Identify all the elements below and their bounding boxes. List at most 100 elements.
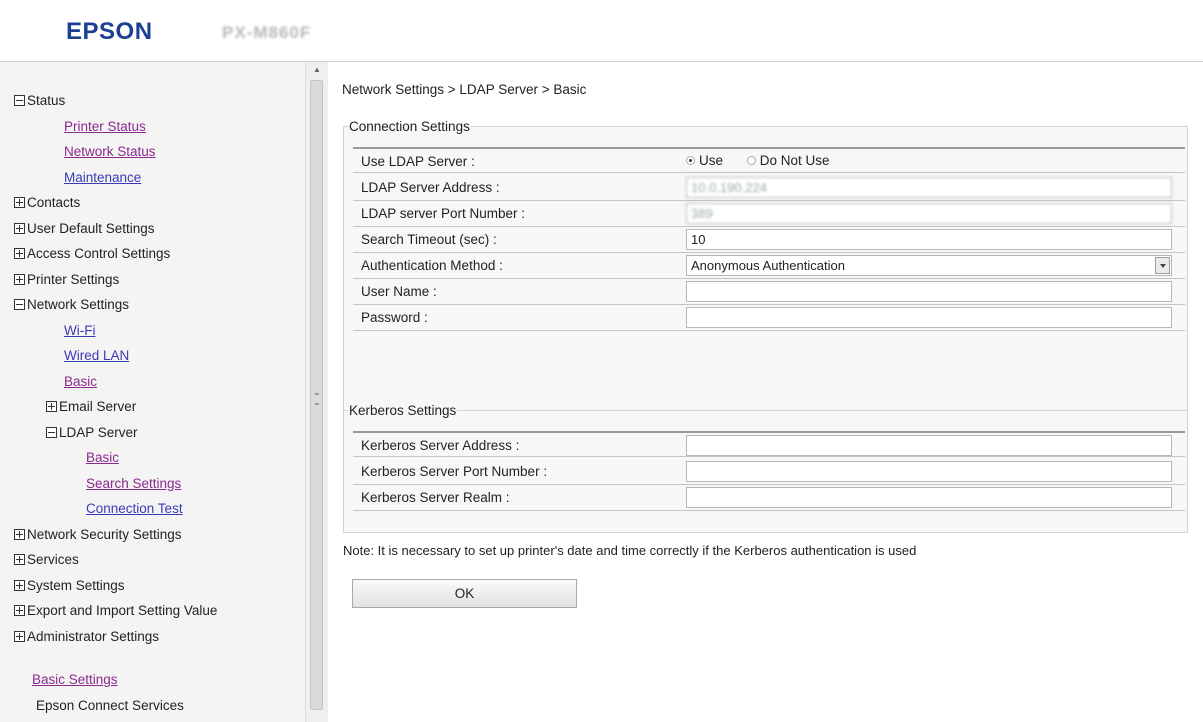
nav-ldap-basic-link[interactable]: Basic <box>86 450 119 465</box>
nav-system-settings[interactable]: System Settings <box>14 575 217 601</box>
use-ldap-row: Use LDAP Server : Use Do Not Use <box>353 147 1185 173</box>
nav-administrator-settings[interactable]: Administrator Settings <box>14 626 217 652</box>
ldap-address-label: LDAP Server Address : <box>361 180 500 195</box>
nav-ldap-server-label: LDAP Server <box>59 424 138 440</box>
nav-status-label: Status <box>27 93 66 108</box>
collapse-icon[interactable] <box>46 426 57 438</box>
expand-icon[interactable] <box>14 528 25 540</box>
username-label: User Name : <box>361 284 437 299</box>
use-radio-label: Use <box>699 153 724 168</box>
nav-search-settings-link[interactable]: Search Settings <box>86 476 181 491</box>
nav-connection-test[interactable]: Connection Test <box>14 498 217 524</box>
radio-unselected-icon[interactable] <box>746 156 756 165</box>
auth-method-value: Anonymous Authentication <box>691 258 845 273</box>
expand-icon[interactable] <box>14 605 25 616</box>
nav-services-label: Services <box>27 552 79 567</box>
nav-printer-settings-label: Printer Settings <box>27 271 120 287</box>
ldap-port-input[interactable] <box>686 203 1172 224</box>
expand-icon[interactable] <box>14 197 25 208</box>
collapse-icon[interactable] <box>14 299 25 310</box>
ldap-address-input[interactable] <box>686 177 1172 198</box>
nav-status[interactable]: Status <box>14 90 217 116</box>
nav-network-status[interactable]: Network Status <box>14 141 217 167</box>
nav-system-settings-label: System Settings <box>27 577 125 593</box>
scroll-thumb[interactable] <box>310 80 323 710</box>
do-not-use-radio[interactable]: Do Not Use <box>746 153 830 168</box>
nav-access-control-settings[interactable]: Access Control Settings <box>14 243 217 269</box>
kerberos-realm-input[interactable] <box>686 487 1172 508</box>
nav-printer-settings[interactable]: Printer Settings <box>14 269 217 295</box>
kerberos-address-label: Kerberos Server Address : <box>361 438 520 453</box>
kerberos-realm-label: Kerberos Server Realm : <box>361 490 510 505</box>
nav-epson-connect[interactable]: Epson Connect Services <box>14 695 217 721</box>
nav-basic-settings[interactable]: Basic Settings <box>14 669 217 695</box>
search-timeout-input[interactable] <box>686 229 1172 250</box>
scroll-up-icon[interactable]: ▲ <box>306 62 328 78</box>
nav-contacts[interactable]: Contacts <box>14 192 217 218</box>
nav-wifi-link[interactable]: Wi-Fi <box>64 323 95 338</box>
kerberos-port-label: Kerberos Server Port Number : <box>361 464 548 479</box>
sidebar-scrollbar[interactable]: ▲ <box>305 62 328 722</box>
nav-user-default-settings[interactable]: User Default Settings <box>14 218 217 244</box>
nav-basic[interactable]: Basic <box>14 371 217 397</box>
use-radio[interactable]: Use <box>686 153 723 168</box>
connection-settings-legend: Connection Settings <box>349 119 470 134</box>
expand-icon[interactable] <box>14 222 25 234</box>
expand-icon[interactable] <box>14 273 25 285</box>
password-label: Password : <box>361 310 428 325</box>
ldap-port-row: LDAP server Port Number : <box>353 201 1185 227</box>
username-row: User Name : <box>353 279 1185 305</box>
auth-method-label: Authentication Method : <box>361 258 503 273</box>
expand-icon[interactable] <box>14 630 25 642</box>
kerberos-address-input[interactable] <box>686 435 1172 456</box>
nav-wifi[interactable]: Wi-Fi <box>14 320 217 346</box>
radio-selected-icon[interactable] <box>686 156 695 165</box>
password-input[interactable] <box>686 307 1172 328</box>
nav-export-import-label: Export and Import Setting Value <box>27 603 218 618</box>
ldap-address-row: LDAP Server Address : <box>353 175 1185 201</box>
username-input[interactable] <box>686 281 1172 302</box>
auth-method-row: Authentication Method : Anonymous Authen… <box>353 253 1185 279</box>
nav-network-settings[interactable]: Network Settings <box>14 294 217 320</box>
nav-ldap-server[interactable]: LDAP Server <box>14 422 217 448</box>
kerberos-settings-legend: Kerberos Settings <box>349 403 457 418</box>
nav-network-security-settings[interactable]: Network Security Settings <box>14 524 217 550</box>
dropdown-arrow-icon[interactable] <box>1155 257 1170 274</box>
nav-epson-connect-label: Epson Connect Services <box>36 697 184 713</box>
nav-email-server[interactable]: Email Server <box>14 396 217 422</box>
nav-network-status-link[interactable]: Network Status <box>64 144 156 159</box>
nav-network-security-label: Network Security Settings <box>27 526 182 542</box>
nav-search-settings[interactable]: Search Settings <box>14 473 217 499</box>
do-not-use-radio-label: Do Not Use <box>759 153 830 168</box>
grip-icon <box>315 393 319 405</box>
nav-connection-test-link[interactable]: Connection Test <box>86 501 183 516</box>
nav-basic-link[interactable]: Basic <box>64 374 97 389</box>
main-content: Network Settings > LDAP Server > Basic C… <box>329 62 1203 722</box>
collapse-icon[interactable] <box>14 95 25 106</box>
nav-printer-status-link[interactable]: Printer Status <box>64 119 146 134</box>
expand-icon[interactable] <box>14 554 25 565</box>
kerberos-settings-group: Kerberos Settings Kerberos Server Addres… <box>343 403 1188 533</box>
expand-icon[interactable] <box>14 248 25 259</box>
nav-user-default-label: User Default Settings <box>27 220 155 236</box>
nav-services[interactable]: Services <box>14 549 217 575</box>
nav-printer-status[interactable]: Printer Status <box>14 116 217 142</box>
auth-method-select[interactable]: Anonymous Authentication <box>686 255 1172 276</box>
kerberos-port-input[interactable] <box>686 461 1172 482</box>
nav-tree: Status Printer Status Network Status Mai… <box>14 90 217 720</box>
nav-basic-settings-link[interactable]: Basic Settings <box>32 672 118 687</box>
nav-wired-lan-link[interactable]: Wired LAN <box>64 348 129 363</box>
nav-wired-lan[interactable]: Wired LAN <box>14 345 217 371</box>
nav-maintenance-link[interactable]: Maintenance <box>64 170 141 185</box>
expand-icon[interactable] <box>46 401 57 412</box>
use-ldap-label: Use LDAP Server : <box>361 154 475 169</box>
nav-ldap-basic[interactable]: Basic <box>14 447 217 473</box>
ok-button[interactable]: OK <box>352 579 577 608</box>
nav-export-import[interactable]: Export and Import Setting Value <box>14 600 217 626</box>
kerberos-realm-row: Kerberos Server Realm : <box>353 485 1185 511</box>
connection-settings-group: Connection Settings Use LDAP Server : Us… <box>343 119 1188 436</box>
nav-maintenance[interactable]: Maintenance <box>14 167 217 193</box>
breadcrumb: Network Settings > LDAP Server > Basic <box>342 82 587 97</box>
expand-icon[interactable] <box>14 579 25 591</box>
